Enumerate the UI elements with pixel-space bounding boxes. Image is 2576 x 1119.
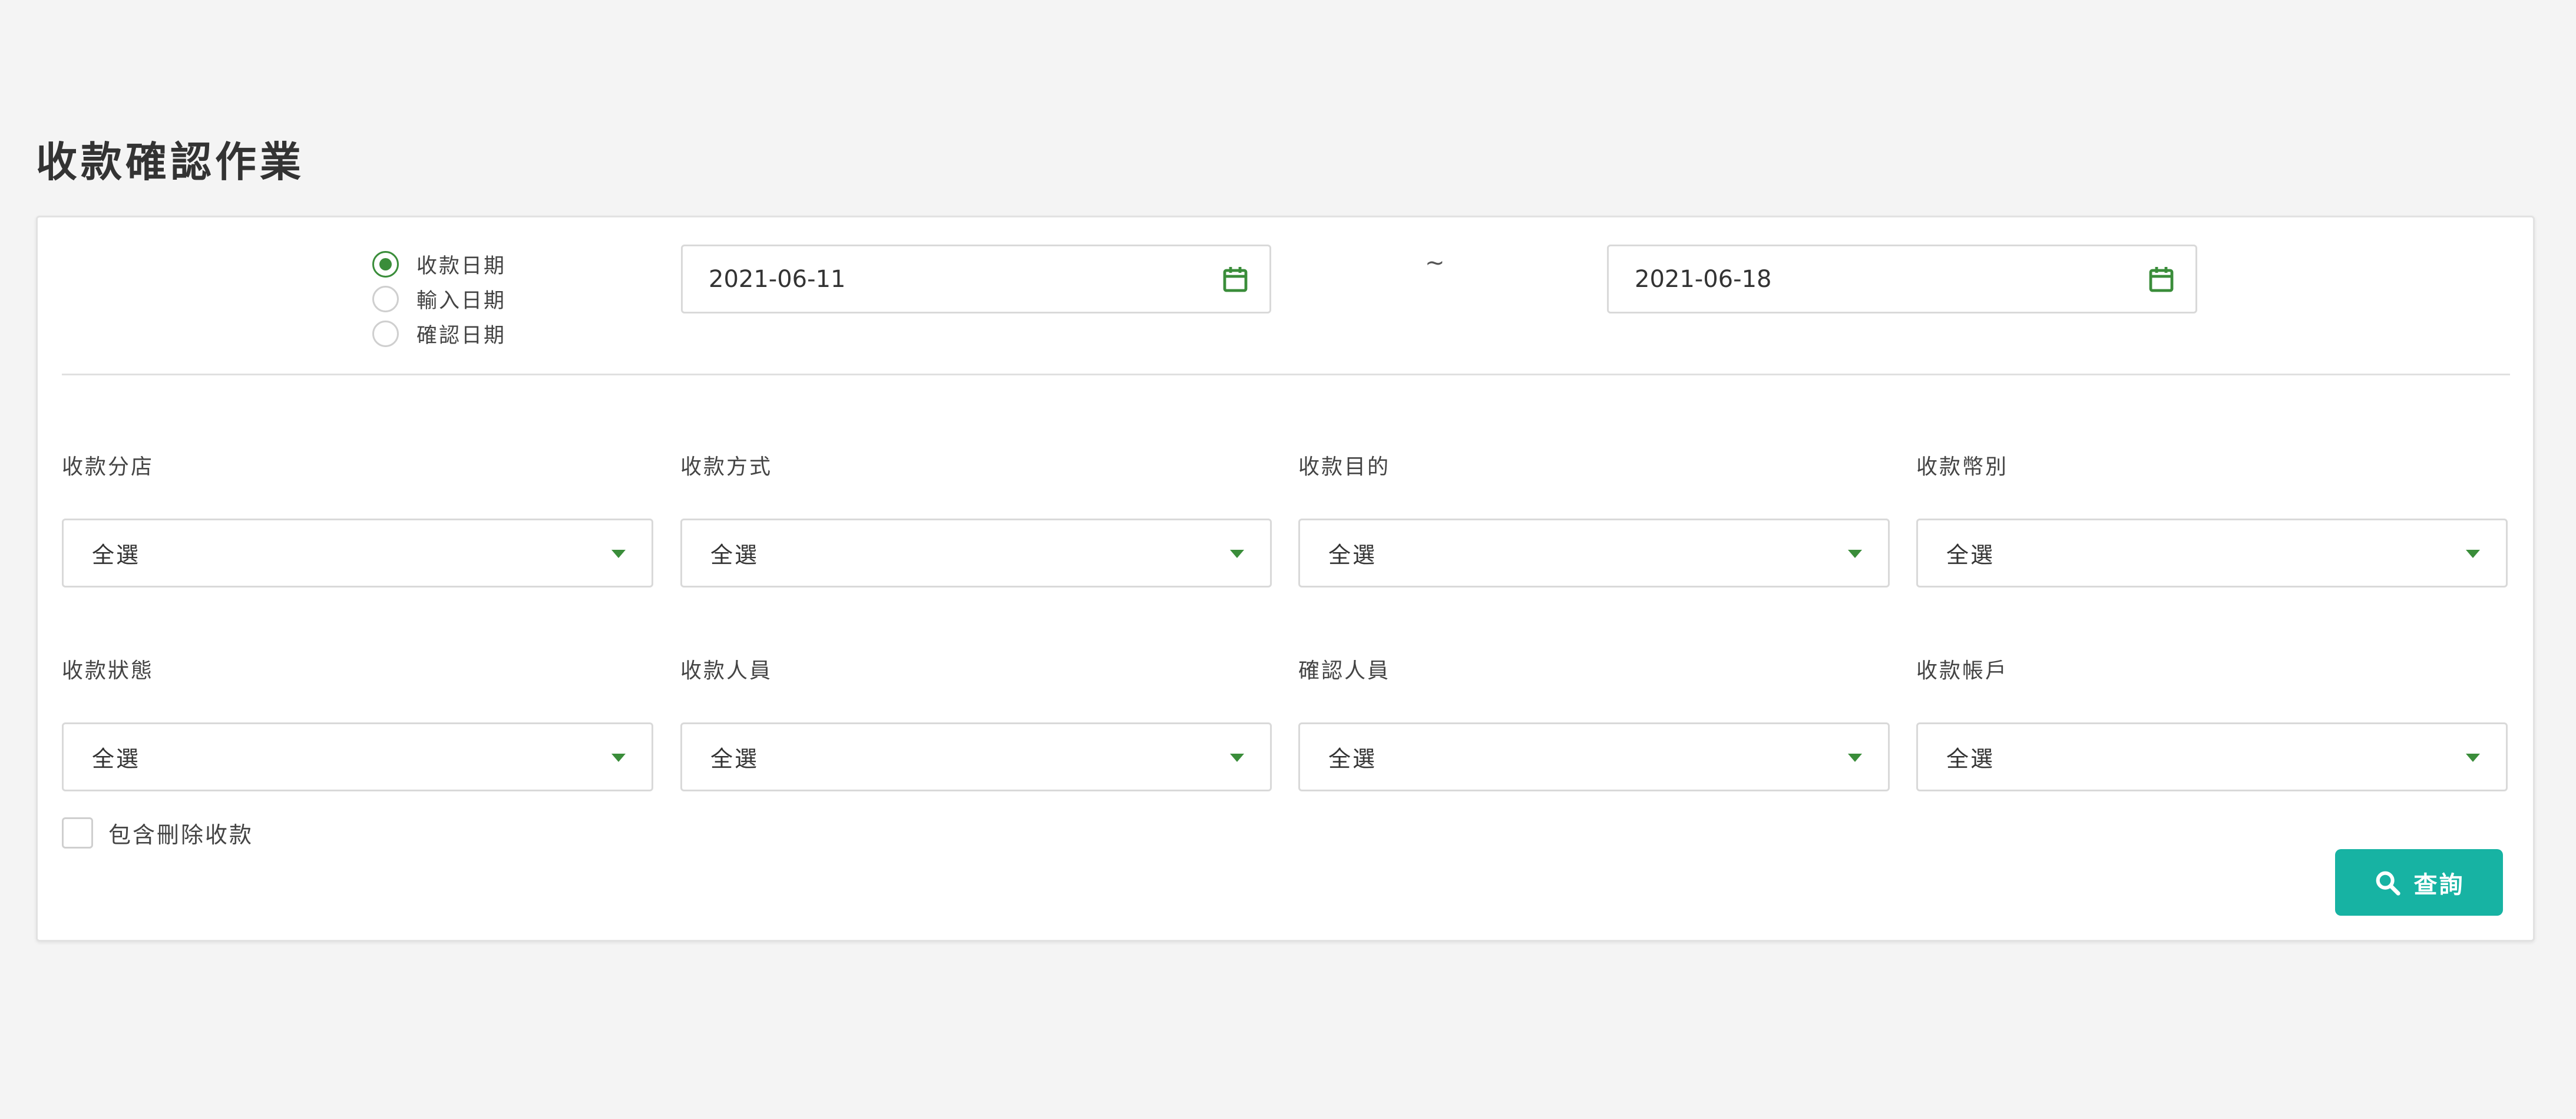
radio-option-confirm-date[interactable]: 確認日期 (372, 316, 506, 351)
date-type-radio-group: 收款日期 輸入日期 確認日期 (372, 247, 506, 351)
divider (62, 374, 2510, 375)
select-value: 全選 (92, 746, 141, 772)
search-panel: 收款日期 輸入日期 確認日期 2021-06-11 ~ 2021-06-18 收… (36, 216, 2535, 942)
status-select[interactable]: 全選 (62, 722, 653, 791)
filter-currency: 收款幣別 全選 (1916, 453, 2508, 587)
caret-down-icon (1848, 550, 1862, 558)
page-title: 收款確認作業 (36, 138, 305, 186)
end-date-value: 2021-06-18 (1635, 265, 1772, 293)
end-date-input[interactable]: 2021-06-18 (1607, 245, 2197, 313)
radio-button-checked[interactable] (372, 251, 399, 278)
caret-down-icon (1230, 550, 1244, 558)
checkbox-label: 包含刪除收款 (108, 822, 254, 848)
account-select[interactable]: 全選 (1916, 722, 2508, 791)
calendar-icon[interactable] (1222, 266, 1248, 293)
start-date-value: 2021-06-11 (709, 265, 846, 293)
radio-label: 收款日期 (416, 255, 507, 278)
filter-label: 收款幣別 (1916, 455, 2009, 479)
search-icon (2376, 871, 2400, 896)
date-range-separator: ~ (1425, 249, 1445, 276)
filter-confirmer: 確認人員 全選 (1298, 656, 1890, 791)
radio-label: 輸入日期 (416, 289, 507, 313)
radio-button[interactable] (372, 286, 399, 312)
radio-option-input-date[interactable]: 輸入日期 (372, 282, 506, 316)
filter-account: 收款帳戶 全選 (1916, 656, 2508, 791)
caret-down-icon (2466, 550, 2480, 558)
branch-select[interactable]: 全選 (62, 519, 653, 587)
select-value: 全選 (710, 542, 759, 568)
radio-button[interactable] (372, 321, 399, 347)
calendar-icon[interactable] (2148, 266, 2174, 293)
start-date-input[interactable]: 2021-06-11 (681, 245, 1271, 313)
caret-down-icon (611, 550, 626, 558)
radio-option-payment-date[interactable]: 收款日期 (372, 247, 506, 282)
filter-collector: 收款人員 全選 (680, 656, 1272, 791)
payment-method-select[interactable]: 全選 (680, 519, 1272, 587)
select-value: 全選 (1946, 746, 1995, 772)
filter-payment-purpose: 收款目的 全選 (1298, 453, 1890, 587)
select-value: 全選 (1328, 746, 1377, 772)
filter-label: 收款目的 (1298, 455, 1391, 479)
include-deleted-option[interactable]: 包含刪除收款 (62, 817, 253, 849)
select-value: 全選 (710, 746, 759, 772)
filter-label: 收款人員 (680, 659, 773, 683)
filter-status: 收款狀態 全選 (62, 656, 653, 791)
select-value: 全選 (1328, 542, 1377, 568)
collector-select[interactable]: 全選 (680, 722, 1272, 791)
confirmer-select[interactable]: 全選 (1298, 722, 1890, 791)
currency-select[interactable]: 全選 (1916, 519, 2508, 587)
filter-label: 收款帳戶 (1916, 659, 2009, 683)
filter-label: 確認人員 (1298, 659, 1391, 683)
caret-down-icon (1230, 754, 1244, 762)
caret-down-icon (1848, 754, 1862, 762)
caret-down-icon (2466, 754, 2480, 762)
filter-branch: 收款分店 全選 (62, 453, 653, 587)
filter-label: 收款方式 (680, 455, 773, 479)
caret-down-icon (611, 754, 626, 762)
payment-purpose-select[interactable]: 全選 (1298, 519, 1890, 587)
select-value: 全選 (1946, 542, 1995, 568)
filter-label: 收款分店 (62, 455, 154, 479)
filter-label: 收款狀態 (62, 659, 154, 683)
select-value: 全選 (92, 542, 141, 568)
filter-payment-method: 收款方式 全選 (680, 453, 1272, 587)
include-deleted-checkbox[interactable] (62, 817, 93, 849)
radio-label: 確認日期 (416, 324, 507, 348)
query-button[interactable]: 查詢 (2335, 849, 2503, 916)
query-button-label: 查詢 (2413, 872, 2465, 898)
